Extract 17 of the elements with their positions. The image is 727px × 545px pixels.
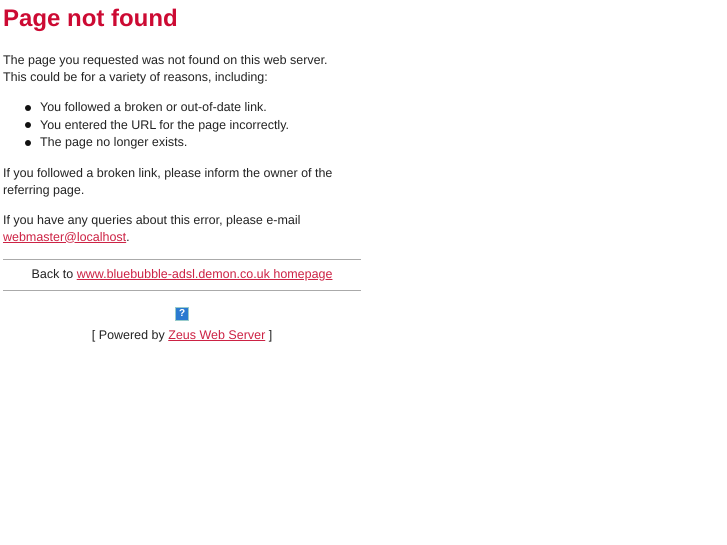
bullet-icon [25,140,31,146]
back-paragraph: Back to www.bluebubble-adsl.demon.co.uk homepage [30,266,334,282]
bullet-icon [25,122,31,128]
bullet-icon [25,104,31,111]
powered-by-text: [ Powered by Zeus Web Server ] [90,326,274,344]
email-link[interactable]: webmaster@localhost [3,230,126,244]
homepage-link[interactable]: www.bluebubble-adsl.demon.co.uk homepage [76,266,332,280]
intro-line: This could be for a variety of reasons, including: [3,69,269,86]
reason-item: The page no longer exists. [40,134,188,151]
contact-paragraph: If you have any queries about this error, please e-mail webmaster@localhost. [3,212,302,246]
broken-image-icon: ? [175,306,189,320]
intro-line: The page you requested was not found on this web server. [3,52,329,69]
reason-item: You entered the URL for the page incorrectly. [40,116,289,134]
page-title: Page not found [3,4,179,34]
reason-item: You followed a broken or out-of-date link. [40,99,267,116]
zeus-link[interactable]: Zeus Web Server [168,328,266,342]
broken-link-paragraph: If you followed a broken link, please inform the owner of the referring page. [3,164,334,198]
